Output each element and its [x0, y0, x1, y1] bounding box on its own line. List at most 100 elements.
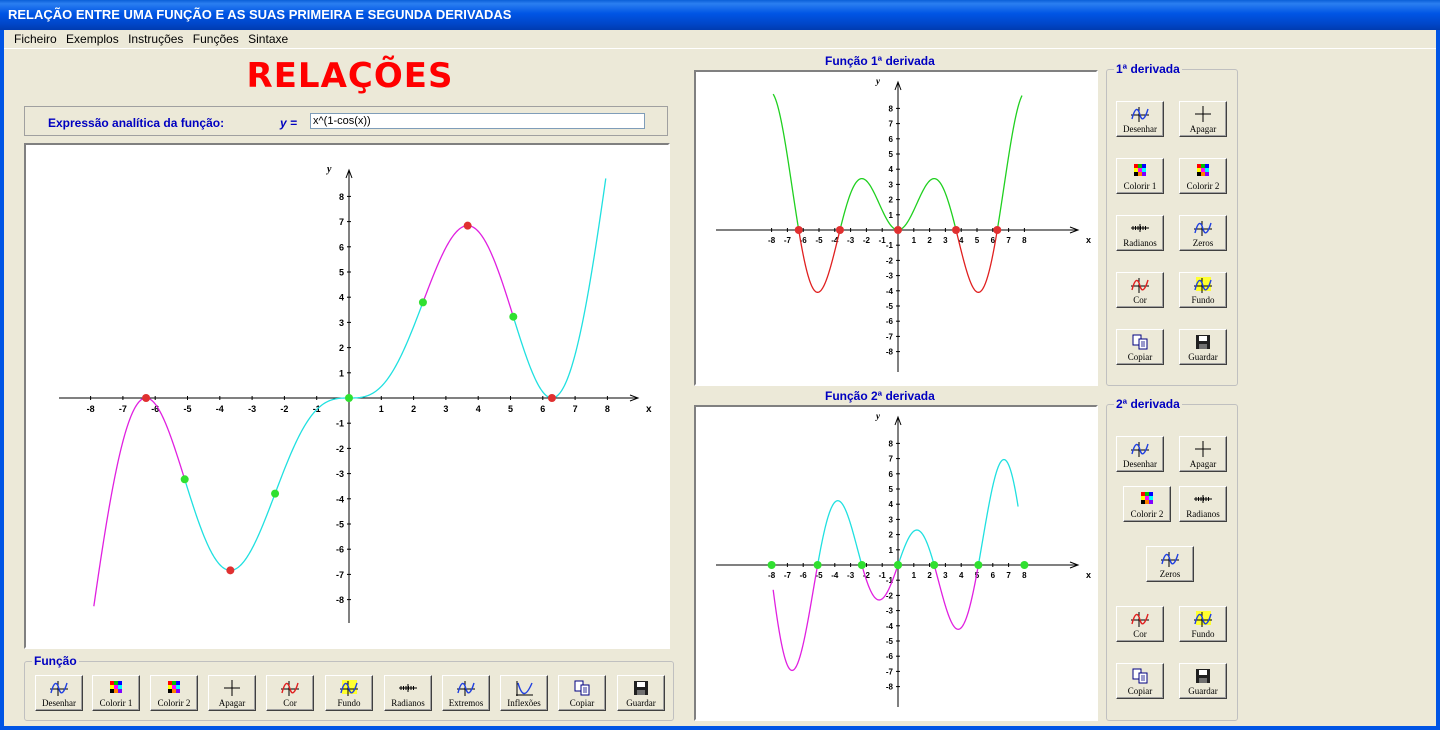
zero-point: [857, 561, 866, 569]
button-label: Guardar: [1188, 352, 1218, 362]
palette-icon: [106, 679, 126, 697]
x-tick-label: -2: [280, 404, 288, 414]
apagar-button[interactable]: Apagar: [1179, 101, 1227, 137]
x-tick-label: 1: [379, 404, 384, 414]
x-axis-label: x: [1086, 570, 1091, 580]
extremes-icon: [456, 679, 476, 697]
x-tick-label: -5: [183, 404, 191, 414]
inflexões-button[interactable]: Inflexões: [500, 675, 548, 711]
menu-funcoes[interactable]: Funções: [187, 30, 239, 48]
x-tick-label: -7: [784, 236, 792, 245]
radianos-button[interactable]: Radianos: [1116, 215, 1164, 251]
x-tick-label: 7: [573, 404, 578, 414]
y-tick-label: 5: [339, 268, 344, 278]
function-curve-segment: [93, 397, 186, 607]
page-title: RELAÇÕES: [246, 56, 454, 96]
radians-icon: [398, 679, 418, 697]
button-label: Guardar: [1188, 686, 1218, 696]
button-label: Copiar: [1127, 686, 1153, 696]
x-axis-label: x: [1086, 235, 1091, 245]
deriv1-panel-title: 1ª derivada: [1114, 62, 1182, 76]
x-tick-label: -3: [248, 404, 256, 414]
y-tick-label: 6: [339, 242, 344, 252]
y-tick-label: 2: [889, 531, 894, 540]
menu-exemplos[interactable]: Exemplos: [60, 30, 119, 48]
extremum-point: [463, 221, 472, 230]
inflection-point: [509, 312, 518, 321]
y-tick-label: 4: [889, 500, 894, 509]
cross-icon: [1193, 105, 1213, 123]
zero-point: [813, 561, 822, 569]
guardar-button[interactable]: Guardar: [1179, 329, 1227, 365]
copiar-button[interactable]: Copiar: [1116, 663, 1164, 699]
x-tick-label: -8: [87, 404, 95, 414]
guardar-button[interactable]: Guardar: [617, 675, 665, 711]
function-plot[interactable]: -8 -7 -6 -5 -4 -3 -2 -1 1 2 3 4 5 6 7 8 8 7 6 5 4 3 2 1 -1 -2 -3 -4…: [24, 143, 670, 649]
background-icon: [339, 679, 359, 697]
radians-icon: [1130, 219, 1150, 237]
button-label: Extremos: [448, 698, 484, 708]
y-tick-label: -6: [886, 652, 894, 661]
extremos-button[interactable]: Extremos: [442, 675, 490, 711]
button-label: Cor: [1133, 629, 1147, 639]
fundo-button[interactable]: Fundo: [325, 675, 373, 711]
cor-button[interactable]: Cor: [266, 675, 314, 711]
y-tick-label: -1: [336, 419, 344, 429]
x-tick-label: -8: [768, 236, 776, 245]
cor-button[interactable]: Cor: [1116, 606, 1164, 642]
y-tick-label: -3: [886, 272, 894, 281]
palette-icon: [164, 679, 184, 697]
x-tick-label: -2: [863, 236, 871, 245]
y-tick-label: -8: [886, 683, 894, 692]
desenhar-button[interactable]: Desenhar: [1116, 101, 1164, 137]
apagar-button[interactable]: Apagar: [1179, 436, 1227, 472]
colorir-1-button[interactable]: Colorir 1: [1116, 158, 1164, 194]
x-tick-label: 7: [1006, 571, 1011, 580]
button-label: Fundo: [337, 698, 361, 708]
zeros-button[interactable]: Zeros: [1146, 546, 1194, 582]
fundo-button[interactable]: Fundo: [1179, 272, 1227, 308]
copy-icon: [1130, 667, 1150, 685]
desenhar-button[interactable]: Desenhar: [1116, 436, 1164, 472]
colorir-2-button[interactable]: Colorir 2: [1179, 158, 1227, 194]
radianos-button[interactable]: Radianos: [1179, 486, 1227, 522]
desenhar-button[interactable]: Desenhar: [35, 675, 83, 711]
window-border-bottom: [0, 726, 1440, 730]
button-label: Zeros: [1159, 569, 1181, 579]
button-label: Radianos: [1123, 238, 1157, 248]
inflection-point: [418, 298, 427, 307]
y-tick-label: -4: [336, 494, 344, 504]
button-label: Guardar: [626, 698, 656, 708]
zero-point: [952, 226, 961, 234]
button-label: Apagar: [1189, 459, 1217, 469]
cor-button[interactable]: Cor: [1116, 272, 1164, 308]
radianos-button[interactable]: Radianos: [384, 675, 432, 711]
apagar-button[interactable]: Apagar: [208, 675, 256, 711]
menu-ficheiro[interactable]: Ficheiro: [0, 30, 57, 48]
copiar-button[interactable]: Copiar: [1116, 329, 1164, 365]
y-tick-label: 5: [889, 150, 894, 159]
copiar-button[interactable]: Copiar: [558, 675, 606, 711]
colorir-2-button[interactable]: Colorir 2: [1123, 486, 1171, 522]
guardar-button[interactable]: Guardar: [1179, 663, 1227, 699]
y-tick-label: 1: [339, 368, 344, 378]
x-tick-label: 2: [411, 404, 416, 414]
expression-input[interactable]: [310, 113, 645, 129]
zeros-button[interactable]: Zeros: [1179, 215, 1227, 251]
cross-icon: [1193, 440, 1213, 458]
deriv2-plot[interactable]: -8 -7 -6 -5 -4 -3 -2 -1 1 2 3 4 5 6 7 8 8 7 6 5 4 3 2 1 -1 -2 -3 -4…: [694, 405, 1098, 721]
deriv1-plot[interactable]: -8 -7 -6 -5 -4 -3 -2 -1 1 2 3 4 5 6 7 8 8 7 6 5 4 3 2 1 -1 -2 -3 -4…: [694, 70, 1098, 386]
menu-instrucoes[interactable]: Instruções: [122, 30, 183, 48]
y-tick-label: -8: [886, 348, 894, 357]
y-tick-label: -7: [886, 332, 894, 341]
menu-sintaxe[interactable]: Sintaxe: [242, 30, 288, 48]
colorir-1-button[interactable]: Colorir 1: [92, 675, 140, 711]
y-tick-label: 6: [889, 470, 894, 479]
x-tick-label: 3: [443, 404, 448, 414]
y-tick-label: 1: [889, 546, 894, 555]
x-tick-label: 5: [508, 404, 513, 414]
function-curve-segment: [184, 479, 276, 572]
fundo-button[interactable]: Fundo: [1179, 606, 1227, 642]
colorir-2-button[interactable]: Colorir 2: [150, 675, 198, 711]
x-tick-label: 2: [927, 571, 932, 580]
